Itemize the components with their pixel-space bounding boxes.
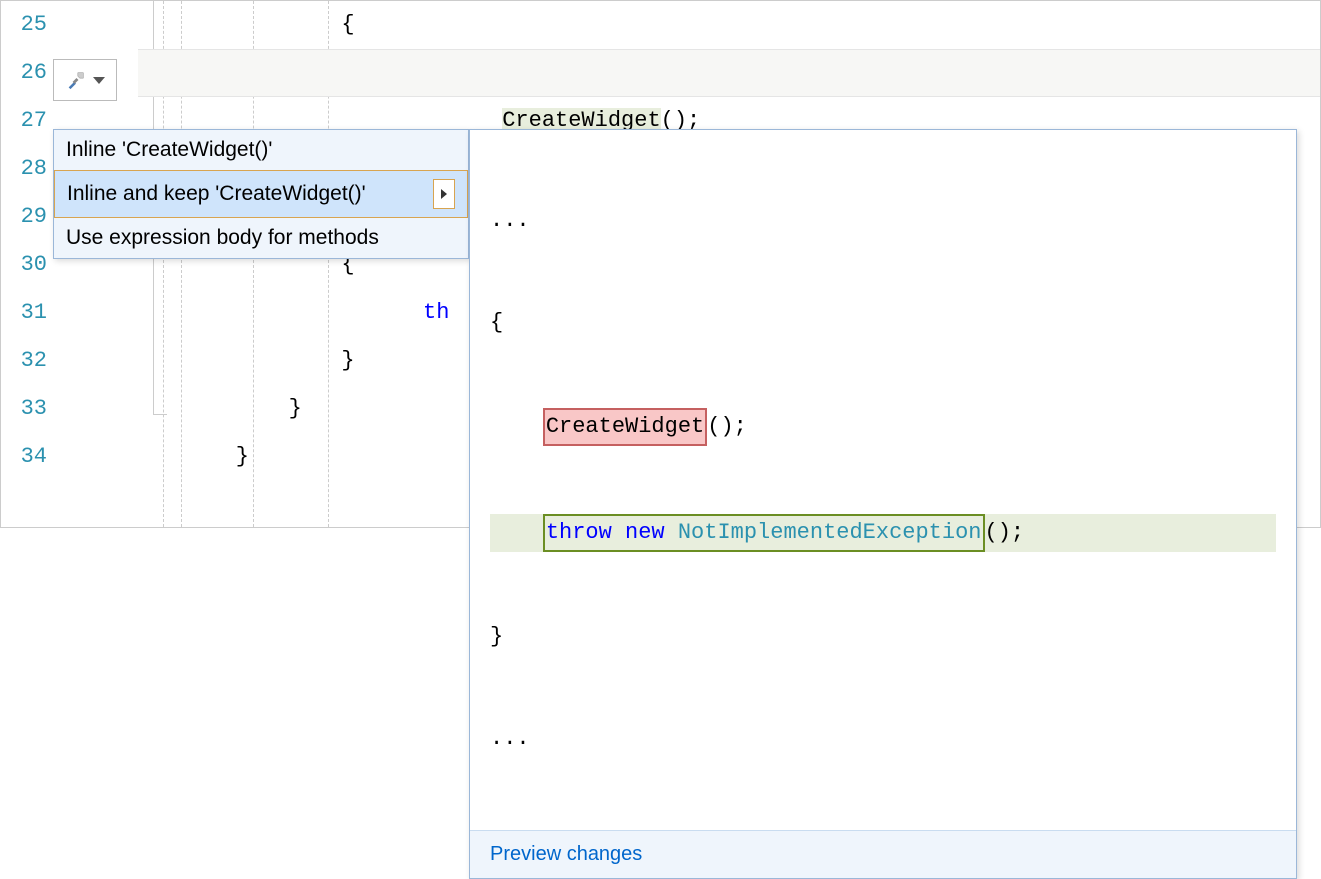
preview-footer: Preview changes <box>470 830 1296 878</box>
preview-line: { <box>490 306 1276 340</box>
preview-added-line: throw new NotImplementedException(); <box>490 514 1276 552</box>
line-number: 31 <box>1 289 47 337</box>
line-number: 30 <box>1 241 47 289</box>
type-name: NotImplementedException <box>678 520 982 545</box>
line-number: 32 <box>1 337 47 385</box>
keyword: th <box>183 300 449 325</box>
menu-item-label: Use expression body for methods <box>66 226 379 250</box>
chevron-right-icon <box>441 189 447 199</box>
preview-line: ... <box>490 722 1276 756</box>
preview-changes-link[interactable]: Preview changes <box>490 843 642 865</box>
code-line-current[interactable]: CreateWidget(); <box>53 49 1320 97</box>
line-number: 25 <box>1 1 47 49</box>
preview-removed-line: CreateWidget(); <box>490 408 1276 446</box>
brace-close: } <box>183 348 355 373</box>
preview-line: ... <box>490 204 1276 238</box>
line-number: 33 <box>1 385 47 433</box>
preview-pane: ... { CreateWidget(); throw new NotImple… <box>469 129 1297 879</box>
quick-actions-menu: Inline 'CreateWidget()' Inline and keep … <box>53 129 469 259</box>
preview-line: } <box>490 620 1276 654</box>
submenu-indicator[interactable] <box>433 179 455 209</box>
menu-item-inline-keep[interactable]: Inline and keep 'CreateWidget()' <box>54 170 468 218</box>
removed-text: CreateWidget <box>546 414 704 439</box>
code-line[interactable]: { <box>53 1 1320 49</box>
menu-item-expression-body[interactable]: Use expression body for methods <box>54 218 468 258</box>
keyword: new <box>625 520 665 545</box>
code-text: (); <box>985 520 1025 545</box>
preview-code: ... { CreateWidget(); throw new NotImple… <box>470 130 1296 830</box>
line-number: 34 <box>1 433 47 481</box>
line-number: 28 <box>1 145 47 193</box>
keyword: throw <box>546 520 612 545</box>
line-number-gutter: 25 26 27 28 29 30 31 32 33 34 <box>1 1 53 527</box>
quick-actions-button[interactable] <box>53 59 117 101</box>
screwdriver-icon <box>65 69 87 91</box>
brace-close: } <box>183 444 249 469</box>
menu-item-label: Inline and keep 'CreateWidget()' <box>67 182 366 206</box>
menu-item-label: Inline 'CreateWidget()' <box>66 138 272 162</box>
brace-open: { <box>183 12 355 37</box>
code-text: (); <box>707 414 747 439</box>
line-number: 26 <box>1 49 47 97</box>
line-number: 27 <box>1 97 47 145</box>
menu-item-inline[interactable]: Inline 'CreateWidget()' <box>54 130 468 170</box>
line-number: 29 <box>1 193 47 241</box>
chevron-down-icon <box>93 77 105 84</box>
brace-close: } <box>183 396 302 421</box>
